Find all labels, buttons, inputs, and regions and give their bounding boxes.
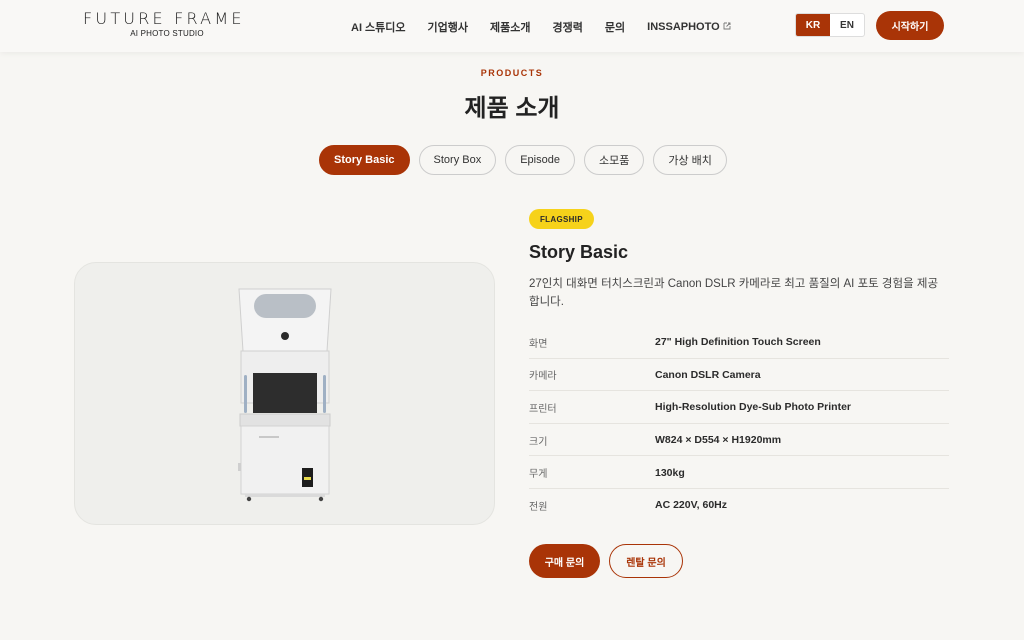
site-header: FUTURE FRAME AI PHOTO STUDIO AI 스튜디오 기업행… [0,0,1024,52]
spec-row-power: 전원 AC 220V, 60Hz [529,489,949,522]
logo[interactable]: FUTURE FRAME AI PHOTO STUDIO [83,9,253,39]
spec-value: W824 × D554 × H1920mm [655,434,782,447]
spec-label: 전원 [529,501,548,513]
language-switcher: KR EN [795,13,865,37]
spec-value: Canon DSLR Camera [655,368,761,381]
spec-row-screen: 화면 27" High Definition Touch Screen [529,326,949,359]
spec-table: 화면 27" High Definition Touch Screen 카메라 … [529,326,949,522]
tab-consumables[interactable]: 소모품 [583,145,645,175]
section-eyebrow: PRODUCTS [480,68,544,78]
spec-row-printer: 프린터 High-Resolution Dye-Sub Photo Printe… [529,391,949,424]
spec-value: 27" High Definition Touch Screen [655,336,821,349]
page-title: 제품 소개 [464,95,560,122]
start-button[interactable]: 시작하기 [876,11,944,40]
lang-kr-button[interactable]: KR [796,14,830,36]
lang-en-button[interactable]: EN [830,14,864,36]
nav-item-inssaphoto[interactable]: INSSAPHOTO [647,19,731,35]
product-image-panel [74,262,495,525]
product-tabs: Story Basic Story Box Episode 소모품 가상 배치 [319,145,727,175]
spec-value: High-Resolution Dye-Sub Photo Printer [655,401,851,414]
spec-label: 무게 [529,469,548,481]
product-name: Story Basic [529,242,629,262]
tab-virtual-placement[interactable]: 가상 배치 [653,145,727,175]
external-link-icon [723,22,731,32]
spec-label: 화면 [529,338,548,350]
photo-booth-image [238,288,332,502]
spec-row-size: 크기 W824 × D554 × H1920mm [529,424,949,457]
tab-story-box[interactable]: Story Box [418,145,497,175]
spec-value: 130kg [655,466,685,479]
spec-label: 프린터 [529,403,557,415]
main-nav: AI 스튜디오 기업행사 제품소개 경쟁력 문의 INSSAPHOTO [351,19,731,35]
nav-item-products[interactable]: 제품소개 [490,19,530,35]
logo-wordmark: FUTURE FRAME [83,9,245,28]
rental-inquiry-button[interactable]: 렌탈 문의 [609,544,683,578]
spec-row-weight: 무게 130kg [529,456,949,489]
logo-tagline: AI PHOTO STUDIO [130,29,204,38]
nav-item-contact[interactable]: 문의 [605,19,625,35]
flagship-badge: FLAGSHIP [529,209,594,229]
tab-story-basic[interactable]: Story Basic [319,145,410,175]
tab-episode[interactable]: Episode [505,145,575,175]
nav-item-corporate-events[interactable]: 기업행사 [428,19,468,35]
spec-value: AC 220V, 60Hz [655,499,727,512]
nav-item-competitiveness[interactable]: 경쟁력 [553,19,583,35]
product-description: 27인치 대화면 터치스크린과 Canon DSLR 카메라로 최고 품질의 A… [529,278,939,308]
product-actions: 구매 문의 렌탈 문의 [529,544,683,578]
spec-row-camera: 카메라 Canon DSLR Camera [529,359,949,392]
purchase-inquiry-button[interactable]: 구매 문의 [529,544,600,578]
spec-label: 크기 [529,436,548,448]
nav-item-ai-studio[interactable]: AI 스튜디오 [351,19,406,35]
spec-label: 카메라 [529,371,557,383]
